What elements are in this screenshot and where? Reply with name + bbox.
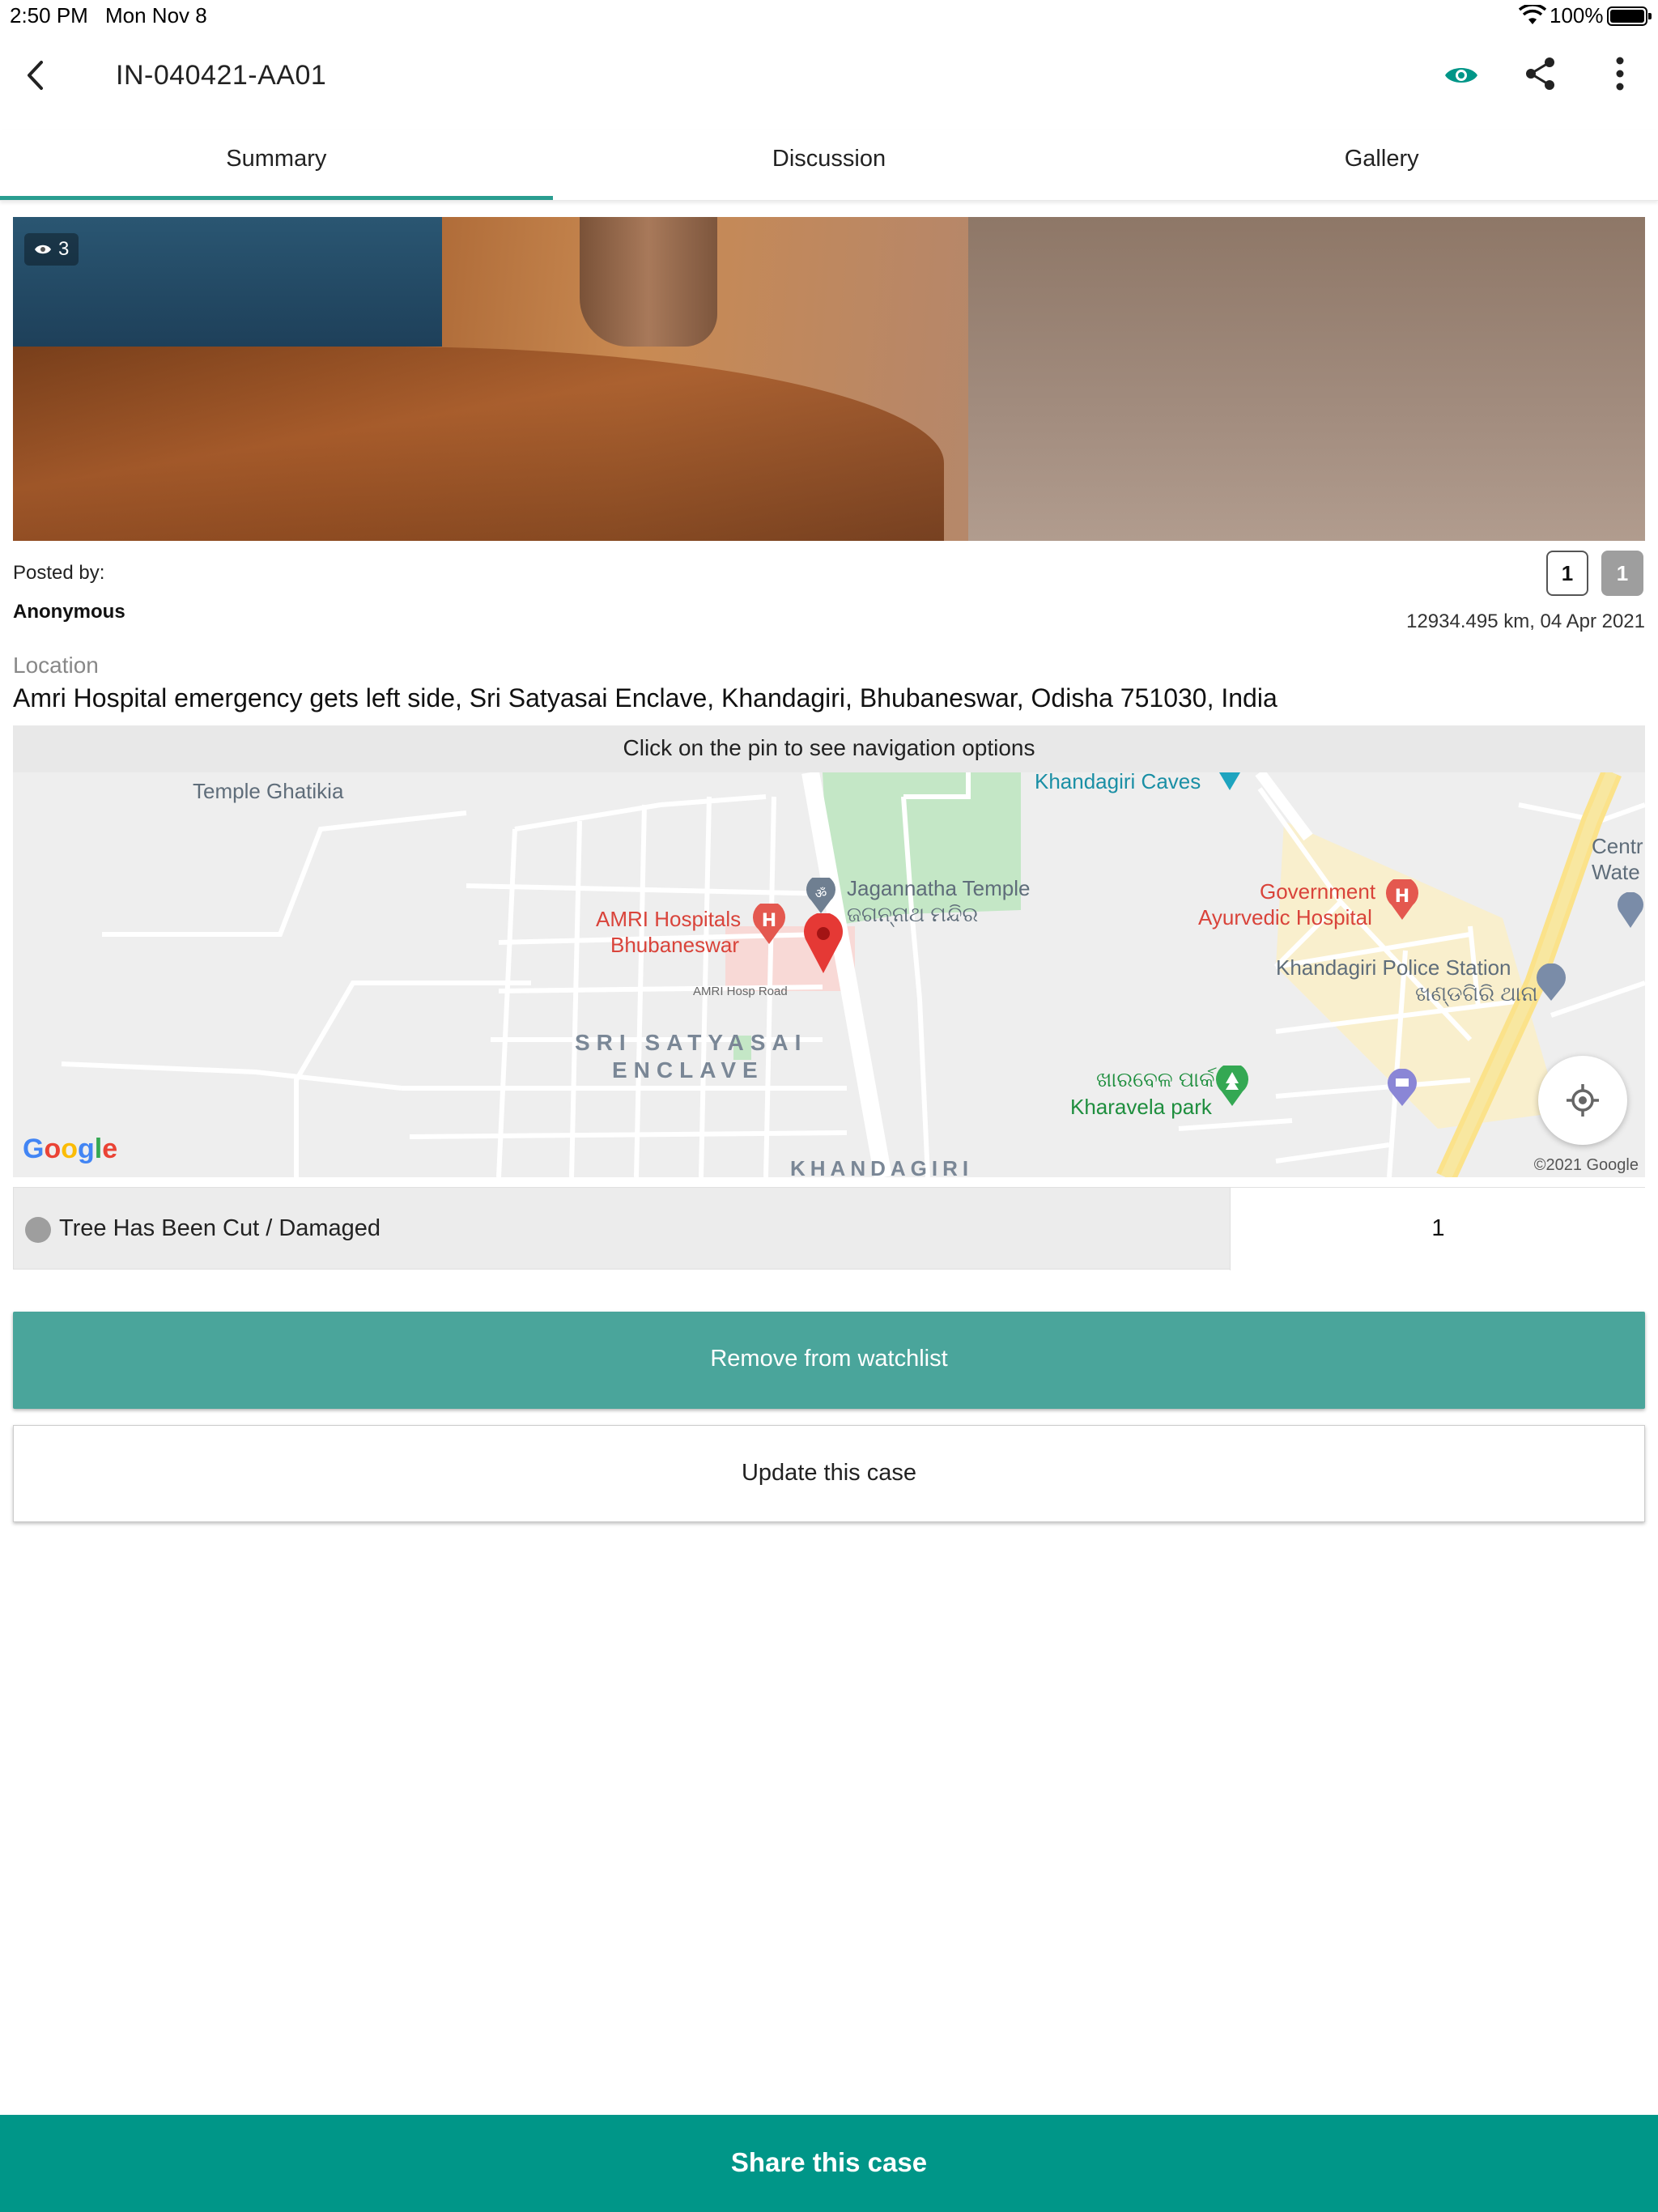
svg-text:H: H [762,911,776,931]
location-map[interactable]: Temple Ghatikia Khandagiri Caves Centr W… [13,772,1645,1177]
map-label-amri-2: Bhubaneswar [610,933,739,957]
svg-text:H: H [1395,887,1409,907]
map-label-gov-1: Government [1260,879,1376,904]
map-label-amri-1: AMRI Hospitals [596,907,742,931]
case-photo[interactable] [13,217,1645,541]
tab-gallery[interactable]: Gallery [1105,130,1658,200]
map-label-police: Khandagiri Police Station [1276,955,1511,980]
map-label-jagannatha-odia: ଜଗନ୍ନାଥ ମନ୍ଦିର [847,902,979,926]
watch-eye-icon[interactable] [1443,57,1480,94]
battery-percent: 100% [1550,3,1604,28]
map-label-khandagiri: KHANDAGIRI [790,1156,974,1177]
status-date: Mon Nov 8 [105,3,207,28]
category-label: Tree Has Been Cut / Damaged [59,1215,381,1241]
water-marker-icon [1618,892,1643,928]
update-case-button[interactable]: Update this case [13,1425,1645,1522]
location-pin-icon[interactable] [803,913,844,973]
photo-road [968,217,1645,541]
temple-marker-icon: ॐ [806,878,835,913]
posted-by-label: Posted by: [13,562,105,584]
map-label-amri-road: AMRI Hosp Road [693,985,788,998]
map-label-gov-2: Ayurvedic Hospital [1198,905,1372,929]
wifi-icon [1519,5,1546,24]
photo-tree-trunk [580,217,717,347]
map-label-satyasai-1: SRI SATYASAI [575,1030,808,1055]
tab-discussion[interactable]: Discussion [553,130,1106,200]
distance-date: 12934.495 km, 04 Apr 2021 [1406,610,1645,632]
share-icon[interactable] [1522,55,1559,92]
google-logo: Google [23,1134,118,1164]
map-label-kharavela-odia: ଖାରବେଳ ପାର୍କ [1096,1067,1215,1091]
map-label-kharavela: Kharavela park [1070,1095,1212,1119]
counter-outline[interactable]: 1 [1546,551,1588,596]
views-badge: 3 [24,233,79,266]
hospital-marker-icon: H [1386,879,1418,920]
page-title: IN-040421-AA01 [116,60,327,91]
location-address: Amri Hospital emergency gets left side, … [13,683,1278,713]
posted-by-name: Anonymous [13,601,125,623]
svg-text:ॐ: ॐ [815,886,827,901]
views-count: 3 [58,238,70,260]
remove-watchlist-button[interactable]: Remove from watchlist [13,1312,1645,1409]
map-label-water: Wate [1592,860,1640,884]
location-label: Location [13,653,99,678]
share-case-button[interactable]: Share this case [0,2115,1658,2212]
police-marker-icon [1537,963,1566,1001]
battery-icon [1607,6,1652,26]
more-vert-icon[interactable] [1601,53,1639,94]
category-count: 1 [1230,1188,1646,1270]
map-label-temple-ghatikia: Temple Ghatikia [193,779,344,803]
back-arrow-icon[interactable] [16,55,57,96]
park-marker-icon [1216,1066,1248,1106]
my-location-button[interactable] [1538,1056,1627,1145]
category-dot-icon [25,1217,51,1243]
map-label-khandagiri-caves: Khandagiri Caves [1035,772,1201,793]
eye-icon [35,245,51,254]
photo-roots [13,347,944,541]
caves-marker-icon [1219,772,1240,790]
map-label-jagannatha: Jagannatha Temple [847,876,1031,900]
map-copyright: ©2021 Google [1533,1156,1639,1174]
category-row: Tree Has Been Cut / Damaged 1 [13,1187,1646,1270]
map-hint-banner: Click on the pin to see navigation optio… [13,725,1645,772]
poi-marker-icon [1388,1069,1417,1106]
map-label-satyasai-2: ENCLAVE [612,1057,764,1083]
tab-summary[interactable]: Summary [0,130,553,200]
hospital-marker-icon: H [753,904,785,944]
tab-bar: Summary Discussion Gallery [0,130,1658,201]
status-time: 2:50 PM [10,3,88,28]
crosshair-icon [1567,1084,1599,1117]
counter-filled[interactable]: 1 [1601,551,1643,596]
map-label-police-odia: ଖଣ୍ଡଗିରି ଥାନା [1415,981,1538,1006]
map-label-centr: Centr [1592,834,1643,858]
app-bar: IN-040421-AA01 [0,32,1658,121]
status-bar: 2:50 PM Mon Nov 8 100% [0,0,1658,32]
